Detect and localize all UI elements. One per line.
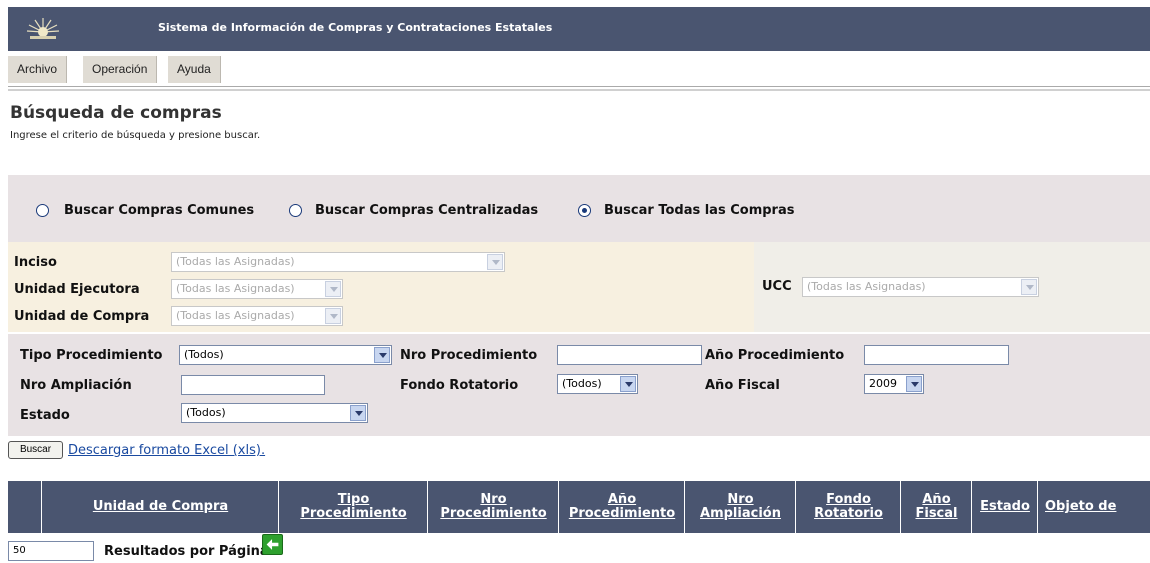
col-fondo-rotatorio-line1: Fondo <box>826 492 871 507</box>
unidad-ejecutora-select-value: (Todas las Asignadas) <box>176 282 295 295</box>
page-title: Búsqueda de compras <box>10 103 222 123</box>
col-tipo-procedimiento-line2: Procedimiento <box>300 506 407 521</box>
col-anio-procedimiento[interactable]: Año Procedimiento <box>560 481 685 533</box>
col-nro-ampliacion[interactable]: Nro Ampliación <box>686 481 796 533</box>
chevron-down-icon <box>906 376 922 392</box>
estado-select[interactable]: (Todos) <box>181 403 368 423</box>
menu-operacion[interactable]: Operación <box>83 56 158 83</box>
ucc-label: UCC <box>762 279 792 294</box>
radio-compras-comunes[interactable] <box>36 204 49 217</box>
app-title: Sistema de Información de Compras y Cont… <box>158 21 553 34</box>
inciso-label: Inciso <box>14 255 57 270</box>
results-per-page-label: Resultados por Página <box>104 544 269 559</box>
col-tipo-procedimiento[interactable]: Tipo Procedimiento <box>280 481 428 533</box>
chevron-down-icon <box>325 308 341 324</box>
ucc-select[interactable]: (Todas las Asignadas) <box>802 277 1039 297</box>
estado-select-value: (Todos) <box>186 406 226 419</box>
ucc-select-value: (Todas las Asignadas) <box>807 280 926 293</box>
unidad-compra-select-value: (Todas las Asignadas) <box>176 309 295 322</box>
inciso-select-value: (Todas las Asignadas) <box>176 255 295 268</box>
page-subtitle: Ingrese el criterio de búsqueda y presio… <box>10 130 261 141</box>
col-nro-procedimiento-line1: Nro <box>480 492 507 507</box>
menu-archivo[interactable]: Archivo <box>8 56 68 83</box>
fondo-rotatorio-select-value: (Todos) <box>562 377 602 390</box>
nro-procedimiento-input[interactable] <box>557 345 702 365</box>
col-anio-procedimiento-line1: Año <box>607 492 637 507</box>
radio-todas-compras[interactable] <box>578 204 591 217</box>
radio-compras-centralizadas[interactable] <box>289 204 302 217</box>
filter-panel: Tipo Procedimiento (Todos) Nro Procedimi… <box>8 334 1150 436</box>
app-header: Sistema de Información de Compras y Cont… <box>8 7 1150 51</box>
unidad-compra-select[interactable]: (Todas las Asignadas) <box>171 306 343 326</box>
chevron-down-icon <box>487 254 503 270</box>
ucc-panel: UCC (Todas las Asignadas) <box>754 242 1150 332</box>
col-nro-ampliacion-line1: Nro <box>727 492 754 507</box>
inciso-select[interactable]: (Todas las Asignadas) <box>171 252 505 272</box>
buscar-button[interactable]: Buscar <box>8 441 63 459</box>
col-nro-procedimiento-line2: Procedimiento <box>440 506 547 521</box>
col-unidad-compra[interactable]: Unidad de Compra <box>43 481 279 533</box>
unidad-compra-label: Unidad de Compra <box>14 309 150 324</box>
results-header-blank <box>8 481 42 533</box>
nro-procedimiento-label: Nro Procedimiento <box>400 348 538 363</box>
chevron-down-icon <box>325 281 341 297</box>
col-unidad-compra-label: Unidad de Compra <box>92 499 229 514</box>
col-tipo-procedimiento-line1: Tipo <box>337 492 370 507</box>
menu-divider <box>8 86 1150 87</box>
chevron-down-icon <box>620 376 636 392</box>
unidad-ejecutora-label: Unidad Ejecutora <box>14 282 140 297</box>
fondo-rotatorio-select[interactable]: (Todos) <box>557 374 638 394</box>
sun-emblem-icon <box>26 18 60 39</box>
search-type-panel: Buscar Compras Comunes Buscar Compras Ce… <box>8 175 1150 242</box>
radio-label-compras-centralizadas[interactable]: Buscar Compras Centralizadas <box>315 203 538 218</box>
unidad-ejecutora-select[interactable]: (Todas las Asignadas) <box>171 279 343 299</box>
col-estado[interactable]: Estado <box>973 481 1038 533</box>
menu-bar: Archivo Operación Ayuda <box>8 56 1150 83</box>
fondo-rotatorio-label: Fondo Rotatorio <box>400 378 519 393</box>
chevron-down-icon <box>350 405 366 421</box>
tipo-procedimiento-select-value: (Todos) <box>184 348 224 361</box>
anio-procedimiento-input[interactable] <box>864 345 1009 365</box>
tipo-procedimiento-label: Tipo Procedimiento <box>20 348 163 363</box>
col-anio-fiscal-line1: Año <box>922 492 951 507</box>
chevron-down-icon <box>1021 279 1037 295</box>
radio-label-todas-compras[interactable]: Buscar Todas las Compras <box>604 203 794 218</box>
radio-label-compras-comunes[interactable]: Buscar Compras Comunes <box>64 203 254 218</box>
col-anio-procedimiento-line2: Procedimiento <box>568 506 676 521</box>
col-objeto-label: Objeto de <box>1045 499 1117 514</box>
anio-procedimiento-label: Año Procedimiento <box>705 348 845 363</box>
col-anio-fiscal-line2: Fiscal <box>915 506 958 521</box>
nro-ampliacion-label: Nro Ampliación <box>20 378 132 393</box>
anio-fiscal-label: Año Fiscal <box>705 378 780 393</box>
organization-panel: Inciso (Todas las Asignadas) Unidad Ejec… <box>8 242 754 332</box>
col-fondo-rotatorio[interactable]: Fondo Rotatorio <box>797 481 901 533</box>
results-table-header: Unidad de Compra Tipo Procedimiento Nro … <box>8 481 1150 533</box>
col-estado-label: Estado <box>980 499 1030 514</box>
excel-download-link[interactable]: Descargar formato Excel (xls). <box>68 443 265 458</box>
col-nro-ampliacion-line2: Ampliación <box>700 506 781 521</box>
tipo-procedimiento-select[interactable]: (Todos) <box>179 345 392 365</box>
results-per-page-input[interactable]: 50 <box>8 541 94 561</box>
arrow-left-icon[interactable] <box>262 534 283 555</box>
chevron-down-icon <box>374 347 390 363</box>
menu-divider-2 <box>8 89 1150 91</box>
col-anio-fiscal[interactable]: Año Fiscal <box>902 481 972 533</box>
col-nro-procedimiento[interactable]: Nro Procedimiento <box>429 481 559 533</box>
nro-ampliacion-input[interactable] <box>181 375 325 395</box>
anio-fiscal-select[interactable]: 2009 <box>864 374 924 394</box>
menu-ayuda[interactable]: Ayuda <box>168 56 221 83</box>
col-fondo-rotatorio-line2: Rotatorio <box>814 506 883 521</box>
estado-label: Estado <box>20 408 70 423</box>
anio-fiscal-select-value: 2009 <box>869 377 897 390</box>
col-objeto[interactable]: Objeto de <box>1039 481 1150 533</box>
